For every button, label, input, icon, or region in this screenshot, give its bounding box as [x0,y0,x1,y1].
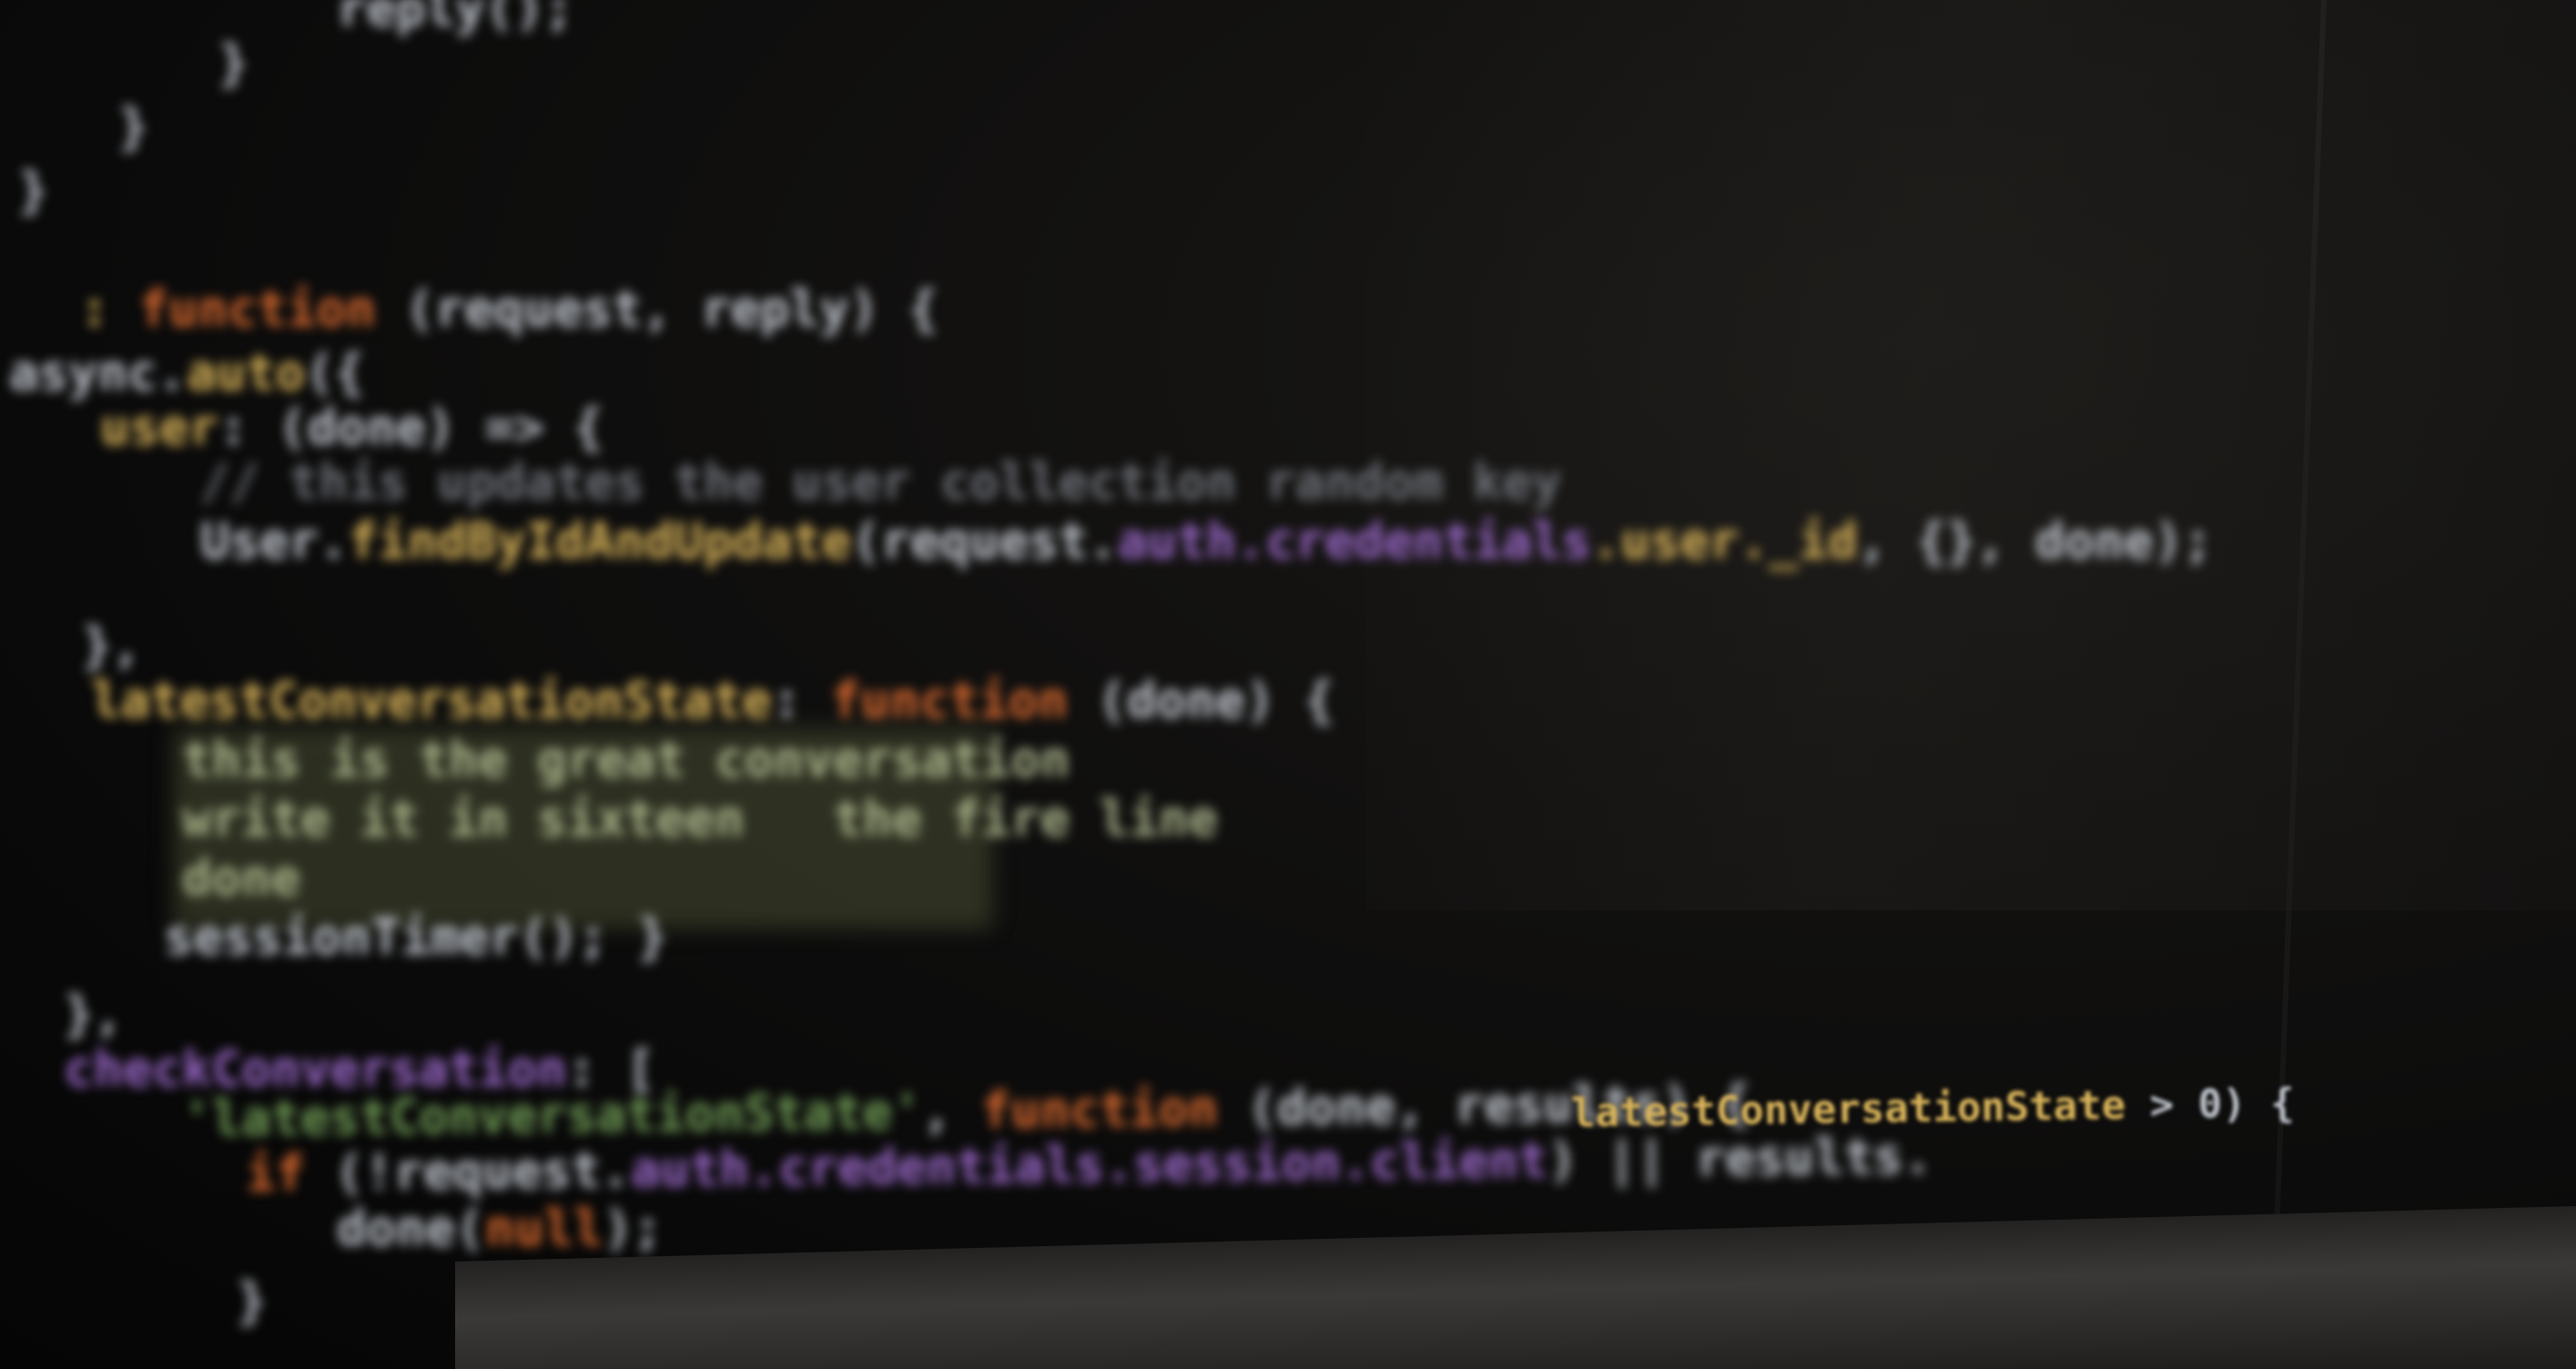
code-line: if (!request.auth.credentials.session.cl… [245,1127,1933,1202]
code-line: } [237,1273,267,1330]
code-editor-blurred-lower: if (!request.auth.credentials.session.cl… [0,0,2576,1369]
photo-of-monitor: reply(); } } } : function (request, repl… [0,0,2576,1369]
code-line: done(null); [337,1200,663,1257]
